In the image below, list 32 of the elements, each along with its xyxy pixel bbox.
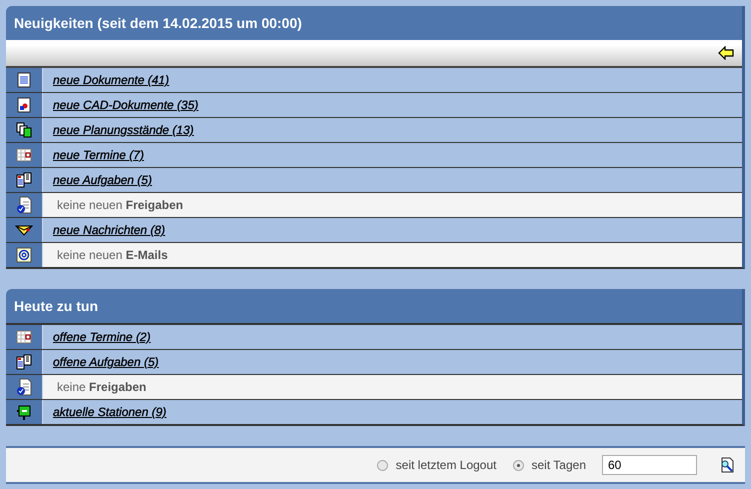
- approval-document-icon: [16, 378, 32, 396]
- panel-title: Heute zu tun: [14, 298, 98, 314]
- calendar-icon: [16, 148, 32, 162]
- back-arrow-icon[interactable]: [718, 46, 734, 60]
- documents-icon: [16, 122, 32, 138]
- status-text: keine neuen Freigaben: [57, 198, 184, 212]
- news-link[interactable]: neue Aufgaben (5): [53, 173, 152, 187]
- task-list-icon: [16, 172, 32, 188]
- task-list-icon: [16, 354, 32, 370]
- days-input[interactable]: 60: [602, 455, 697, 475]
- radio-button[interactable]: [512, 460, 524, 470]
- search-icon[interactable]: [719, 457, 735, 473]
- station-icon: [16, 404, 32, 420]
- news-link[interactable]: offene Termine (2): [53, 330, 151, 344]
- document-icon: [17, 97, 31, 113]
- approval-document-icon: [16, 196, 32, 214]
- news-link[interactable]: neue Nachrichten (8): [53, 223, 166, 237]
- news-link[interactable]: aktuelle Stationen (9): [53, 405, 166, 419]
- radio-label: seit letztem Logout: [396, 458, 496, 472]
- status-text: keine neuen E-Mails: [57, 248, 168, 262]
- news-link[interactable]: neue Planungsstände (13): [53, 123, 194, 137]
- news-link[interactable]: neue CAD-Dokumente (35): [53, 98, 198, 112]
- document-icon: [17, 72, 31, 88]
- radio-button[interactable]: [376, 460, 388, 470]
- news-link[interactable]: offene Aufgaben (5): [53, 355, 159, 369]
- radio-label: seit Tagen: [532, 458, 586, 472]
- status-text: keine Freigaben: [57, 380, 146, 394]
- panel-title: Neuigkeiten (seit dem 14.02.2015 um 00:00): [14, 15, 302, 31]
- calendar-icon: [16, 330, 32, 344]
- news-link[interactable]: neue Termine (7): [53, 148, 144, 162]
- envelope-icon: [15, 224, 33, 236]
- news-link[interactable]: neue Dokumente (41): [53, 73, 170, 87]
